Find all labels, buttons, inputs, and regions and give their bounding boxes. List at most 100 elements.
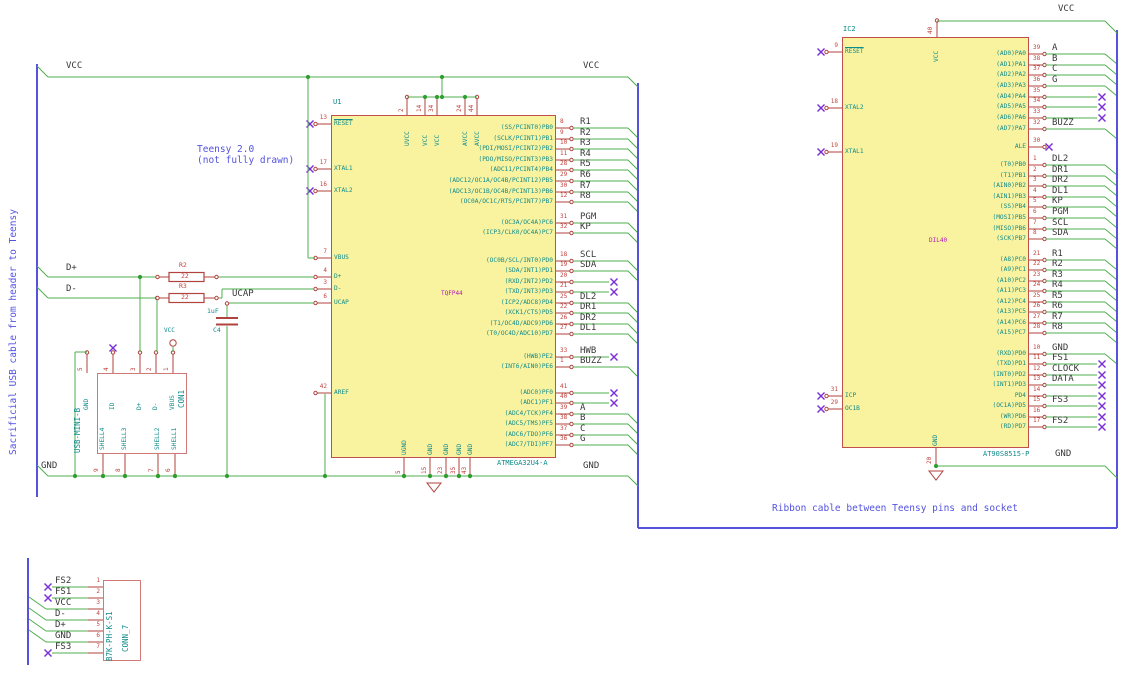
net-label[interactable]: DR2 [580,313,596,323]
net-label[interactable]: R2 [580,128,591,138]
net-label[interactable]: DR2 [1052,175,1068,185]
net-label[interactable]: FS1 [1052,353,1068,363]
c4-value[interactable]: 1uF [207,308,219,315]
net-label[interactable]: G [1052,75,1057,85]
net-label[interactable]: DL2 [580,292,596,302]
teensy-note-line2[interactable]: (not fully drawn) [197,156,294,166]
net-label[interactable]: VCC [55,598,71,608]
wire[interactable] [36,265,49,278]
net-label[interactable]: PGM [1052,207,1068,217]
bus-entry[interactable] [28,618,47,632]
net-label[interactable]: DL1 [580,323,596,333]
u1-ref[interactable]: U1 [333,99,341,106]
bus-entry[interactable] [28,629,47,643]
bus-entry[interactable] [1104,196,1118,208]
bus-entry[interactable] [627,159,639,171]
bus-entry[interactable] [627,333,639,345]
bus-entry[interactable] [1104,311,1118,323]
ic2-ref[interactable]: IC2 [843,26,856,33]
net-label[interactable]: DR1 [1052,165,1068,175]
net-label[interactable]: DL1 [1052,186,1068,196]
net-label[interactable]: R3 [580,138,591,148]
net-label[interactable]: B [580,413,585,423]
bus-entry[interactable] [1104,185,1118,197]
net-label-gnd-left[interactable]: GND [41,462,57,471]
wire[interactable] [36,65,49,78]
bus-entry[interactable] [1104,217,1118,229]
bus-entry[interactable] [627,169,639,181]
teensy-note-line1[interactable]: Teensy 2.0 [197,145,254,155]
net-label[interactable]: R6 [580,170,591,180]
net-label[interactable]: C [580,424,585,434]
net-label[interactable]: R6 [1052,301,1063,311]
net-label[interactable]: R5 [1052,291,1063,301]
conn7-value[interactable]: B7K-PH-K-S1 [105,401,114,661]
bus-entry[interactable] [1104,301,1118,313]
bus-entry[interactable] [1104,74,1118,86]
net-label[interactable]: FS2 [55,576,71,586]
net-label-vcc-left[interactable]: VCC [66,62,82,71]
r2-value[interactable]: 22 [181,273,189,280]
net-label[interactable]: B [1052,54,1057,64]
bus-entry[interactable] [627,148,639,160]
bus-entry[interactable] [1104,290,1118,302]
net-label-gnd-bottom-right[interactable]: GND [1055,450,1071,459]
net-label[interactable]: CLOCK [1052,364,1079,374]
net-label[interactable]: R7 [580,181,591,191]
net-label[interactable]: KP [1052,196,1063,206]
r3-value[interactable]: 22 [181,294,189,301]
bus-entry[interactable] [627,444,639,456]
net-label[interactable]: D- [55,609,66,619]
bus-entry[interactable] [1104,164,1118,176]
bus-entry[interactable] [1104,20,1118,34]
net-label-gnd-right[interactable]: GND [583,462,599,471]
bus-entry[interactable] [1104,206,1118,218]
net-label[interactable]: SCL [1052,218,1068,228]
bus-entry[interactable] [627,423,639,435]
net-label[interactable]: R8 [580,191,591,201]
bus-entry[interactable] [28,596,47,610]
bus-entry[interactable] [1104,332,1118,344]
net-label[interactable]: FS2 [1052,416,1068,426]
ic2-value[interactable]: AT90S8515-P [983,451,1029,458]
bus-entry[interactable] [1104,465,1118,479]
bus-entry[interactable] [627,323,639,335]
net-label[interactable]: FS1 [55,587,71,597]
bus-entry[interactable] [627,191,639,203]
bus-entry[interactable] [1104,228,1118,240]
bus-entry[interactable] [627,222,639,234]
net-label[interactable]: GND [55,631,71,641]
bus-entry[interactable] [627,270,639,282]
u1-value[interactable]: ATMEGA32U4-A [497,460,548,467]
usb-cable-note[interactable]: Sacrificial USB cable from header to Tee… [8,195,19,455]
net-label[interactable]: G [580,434,585,444]
bus-entry[interactable] [627,366,639,378]
bus-entry[interactable] [1104,175,1118,187]
net-label[interactable]: R3 [1052,270,1063,280]
net-label-vcc-top-right[interactable]: VCC [1058,5,1074,14]
net-label-vcc-right[interactable]: VCC [583,62,599,71]
bus-entry[interactable] [1104,128,1118,140]
net-label[interactable]: DR1 [580,302,596,312]
net-label[interactable]: D+ [55,620,66,630]
net-label[interactable]: PGM [580,212,596,222]
net-label[interactable]: R2 [1052,259,1063,269]
net-label[interactable]: A [1052,43,1057,53]
bus-entry[interactable] [627,434,639,446]
bus-entry[interactable] [1104,269,1118,281]
net-label[interactable]: SDA [1052,228,1068,238]
net-label[interactable]: R1 [580,117,591,127]
bus-entry[interactable] [627,260,639,272]
bus-entry[interactable] [627,312,639,324]
bus-entry[interactable] [1104,322,1118,334]
net-label[interactable]: DL2 [1052,154,1068,164]
net-label[interactable]: R5 [580,159,591,169]
net-label[interactable]: R4 [1052,280,1063,290]
bus-entry[interactable] [1104,280,1118,292]
bus-entry[interactable] [627,180,639,192]
net-label[interactable]: SCL [580,250,596,260]
net-label-ucap[interactable]: UCAP [232,290,254,299]
net-label[interactable]: BUZZ [580,356,602,366]
net-label[interactable]: SDA [580,260,596,270]
bus-entry[interactable] [627,232,639,244]
